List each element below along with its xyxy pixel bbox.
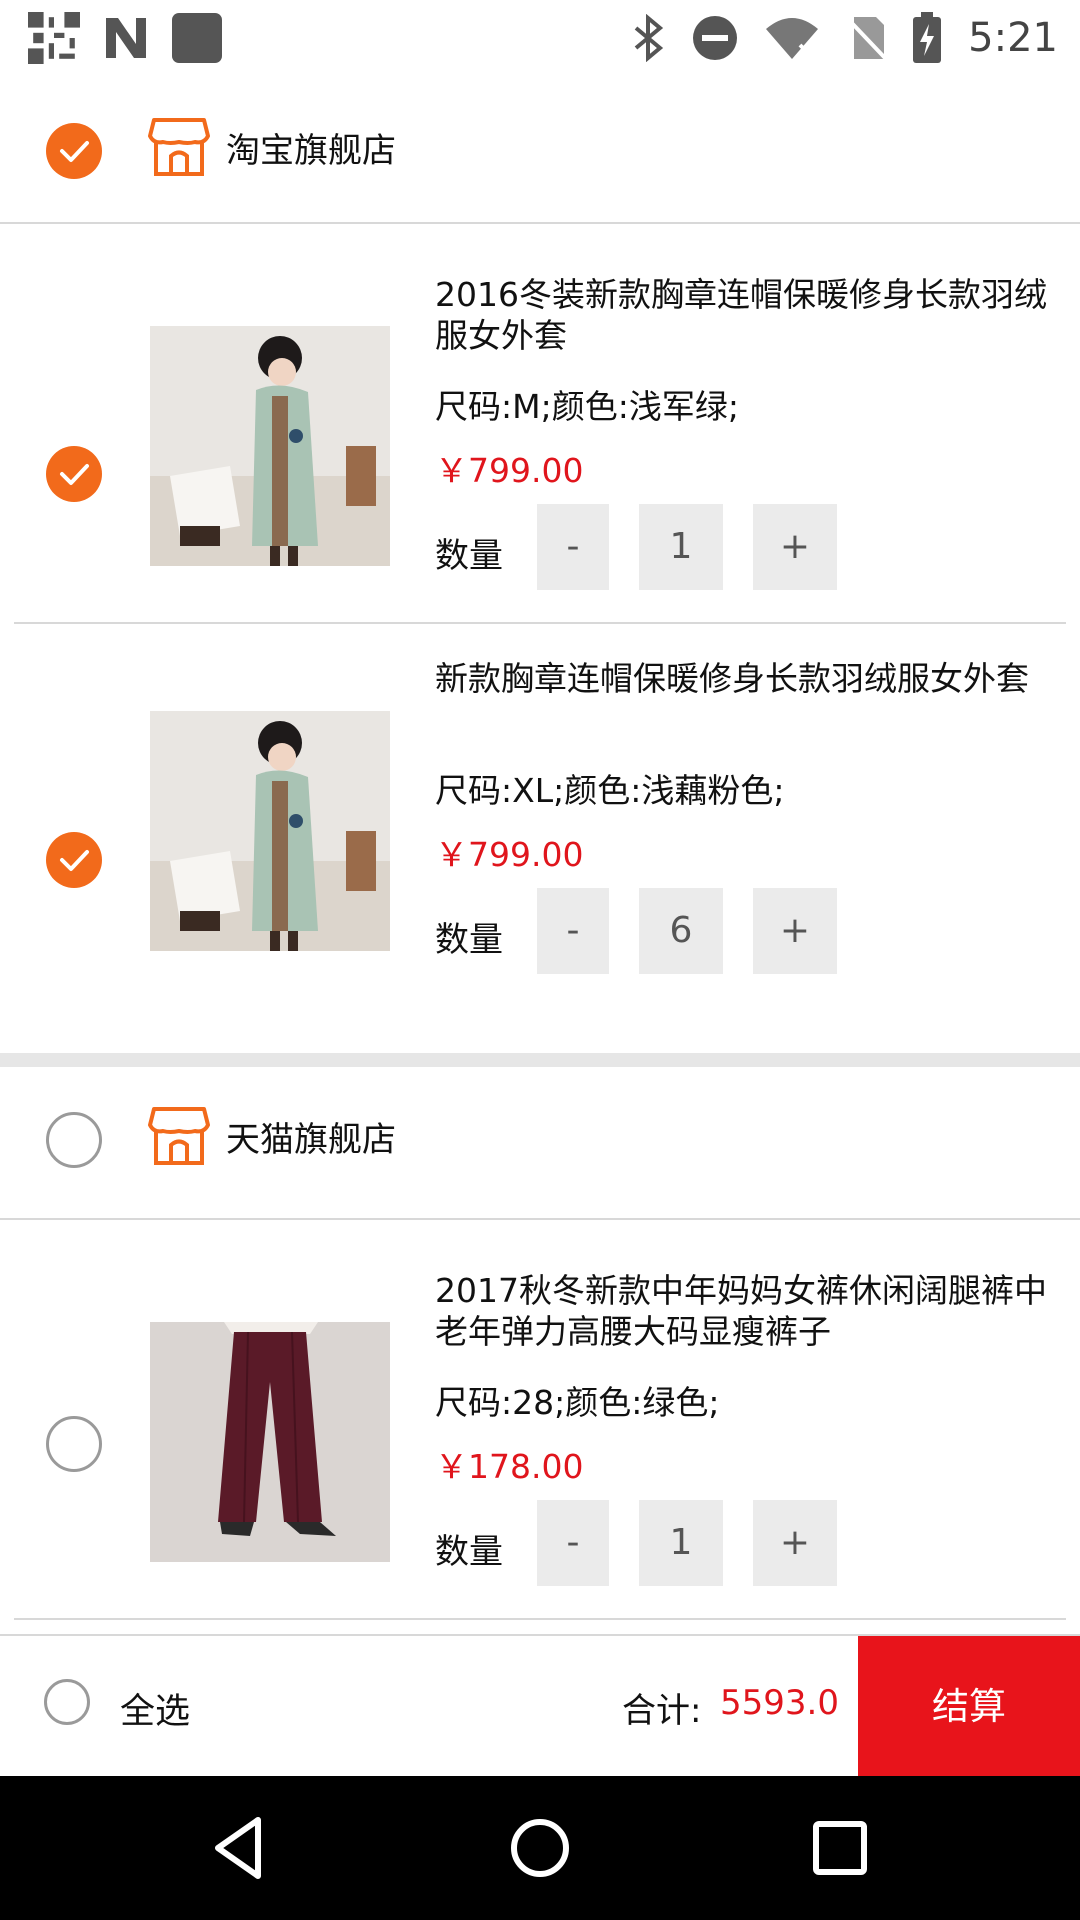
product-title[interactable]: 新款胸章连帽保暖修身长款羽绒服女外套 bbox=[435, 658, 1060, 699]
recents-icon[interactable] bbox=[798, 1806, 882, 1890]
woman-green-coat-image bbox=[150, 711, 390, 951]
burgundy-trousers-image bbox=[150, 1322, 390, 1562]
store-icon bbox=[148, 118, 210, 176]
do-not-disturb-icon bbox=[693, 16, 738, 60]
product-image[interactable] bbox=[150, 711, 390, 951]
battery-charging-icon bbox=[913, 12, 942, 63]
total-label: 合计: bbox=[622, 1691, 702, 1731]
increase-quantity-button[interactable]: + bbox=[753, 1500, 837, 1586]
store-header-tmall: 天猫旗舰店 bbox=[0, 1067, 1080, 1207]
checkmark-icon bbox=[60, 141, 89, 162]
bluetooth-icon bbox=[634, 14, 664, 62]
store-header-taobao: 淘宝旗舰店 bbox=[0, 78, 1080, 218]
divider bbox=[0, 222, 1080, 224]
status-bar: 5:21 bbox=[0, 0, 1080, 76]
navigation-bar bbox=[0, 1776, 1080, 1920]
product-image[interactable] bbox=[150, 1322, 390, 1562]
select-all-checkbox[interactable] bbox=[44, 1679, 90, 1725]
back-icon[interactable] bbox=[198, 1806, 282, 1890]
notification-icons bbox=[28, 12, 222, 64]
checkout-bar: 全选 合计: 5593.0 结算 bbox=[0, 1634, 1080, 1778]
quantity-label: 数量 bbox=[435, 920, 503, 960]
store-name: 淘宝旗舰店 bbox=[226, 131, 396, 171]
clock: 5:21 bbox=[968, 15, 1058, 61]
product-image[interactable] bbox=[150, 326, 390, 566]
checkmark-icon bbox=[60, 850, 89, 871]
product-price: ￥799.00 bbox=[435, 451, 584, 490]
increase-quantity-button[interactable]: + bbox=[753, 888, 837, 974]
divider bbox=[0, 1218, 1080, 1220]
quantity-label: 数量 bbox=[435, 1532, 503, 1572]
increase-quantity-button[interactable]: + bbox=[753, 504, 837, 590]
item-checkbox[interactable] bbox=[46, 1416, 102, 1472]
divider bbox=[14, 622, 1066, 624]
woman-green-coat-image bbox=[150, 326, 390, 566]
product-price: ￥178.00 bbox=[435, 1447, 584, 1486]
select-all-label[interactable]: 全选 bbox=[120, 1683, 190, 1734]
qr-code-icon bbox=[28, 12, 80, 64]
store-separator bbox=[0, 1053, 1080, 1067]
checkout-button[interactable]: 结算 bbox=[858, 1636, 1080, 1778]
product-title[interactable]: 2017秋冬新款中年妈妈女裤休闲阔腿裤中老年弹力高腰大码显瘦裤子 bbox=[435, 1270, 1060, 1352]
checkmark-icon bbox=[60, 464, 89, 485]
quantity-value[interactable]: 1 bbox=[639, 504, 723, 590]
total-value: 5593.0 bbox=[720, 1683, 839, 1723]
item-checkbox[interactable] bbox=[46, 832, 102, 888]
wifi-icon bbox=[766, 18, 819, 59]
quantity-label: 数量 bbox=[435, 536, 503, 576]
product-spec: 尺码:XL;颜色:浅藕粉色; bbox=[435, 771, 785, 810]
n-logo-icon bbox=[106, 18, 146, 58]
decrease-quantity-button[interactable]: - bbox=[537, 1500, 609, 1586]
product-spec: 尺码:28;颜色:绿色; bbox=[435, 1383, 720, 1422]
store-checkbox[interactable] bbox=[46, 1112, 102, 1168]
store-name: 天猫旗舰店 bbox=[226, 1120, 396, 1160]
home-icon[interactable] bbox=[498, 1806, 582, 1890]
product-price: ￥799.00 bbox=[435, 835, 584, 874]
product-spec: 尺码:M;颜色:浅军绿; bbox=[435, 387, 739, 426]
no-sim-icon bbox=[846, 17, 887, 61]
item-checkbox[interactable] bbox=[46, 446, 102, 502]
app-notification-icon bbox=[172, 13, 222, 63]
store-checkbox[interactable] bbox=[46, 123, 102, 179]
product-title[interactable]: 2016冬装新款胸章连帽保暖修身长款羽绒服女外套 bbox=[435, 274, 1060, 356]
decrease-quantity-button[interactable]: - bbox=[537, 504, 609, 590]
divider bbox=[14, 1618, 1066, 1620]
store-icon bbox=[148, 1107, 210, 1165]
decrease-quantity-button[interactable]: - bbox=[537, 888, 609, 974]
quantity-value[interactable]: 6 bbox=[639, 888, 723, 974]
quantity-value[interactable]: 1 bbox=[639, 1500, 723, 1586]
